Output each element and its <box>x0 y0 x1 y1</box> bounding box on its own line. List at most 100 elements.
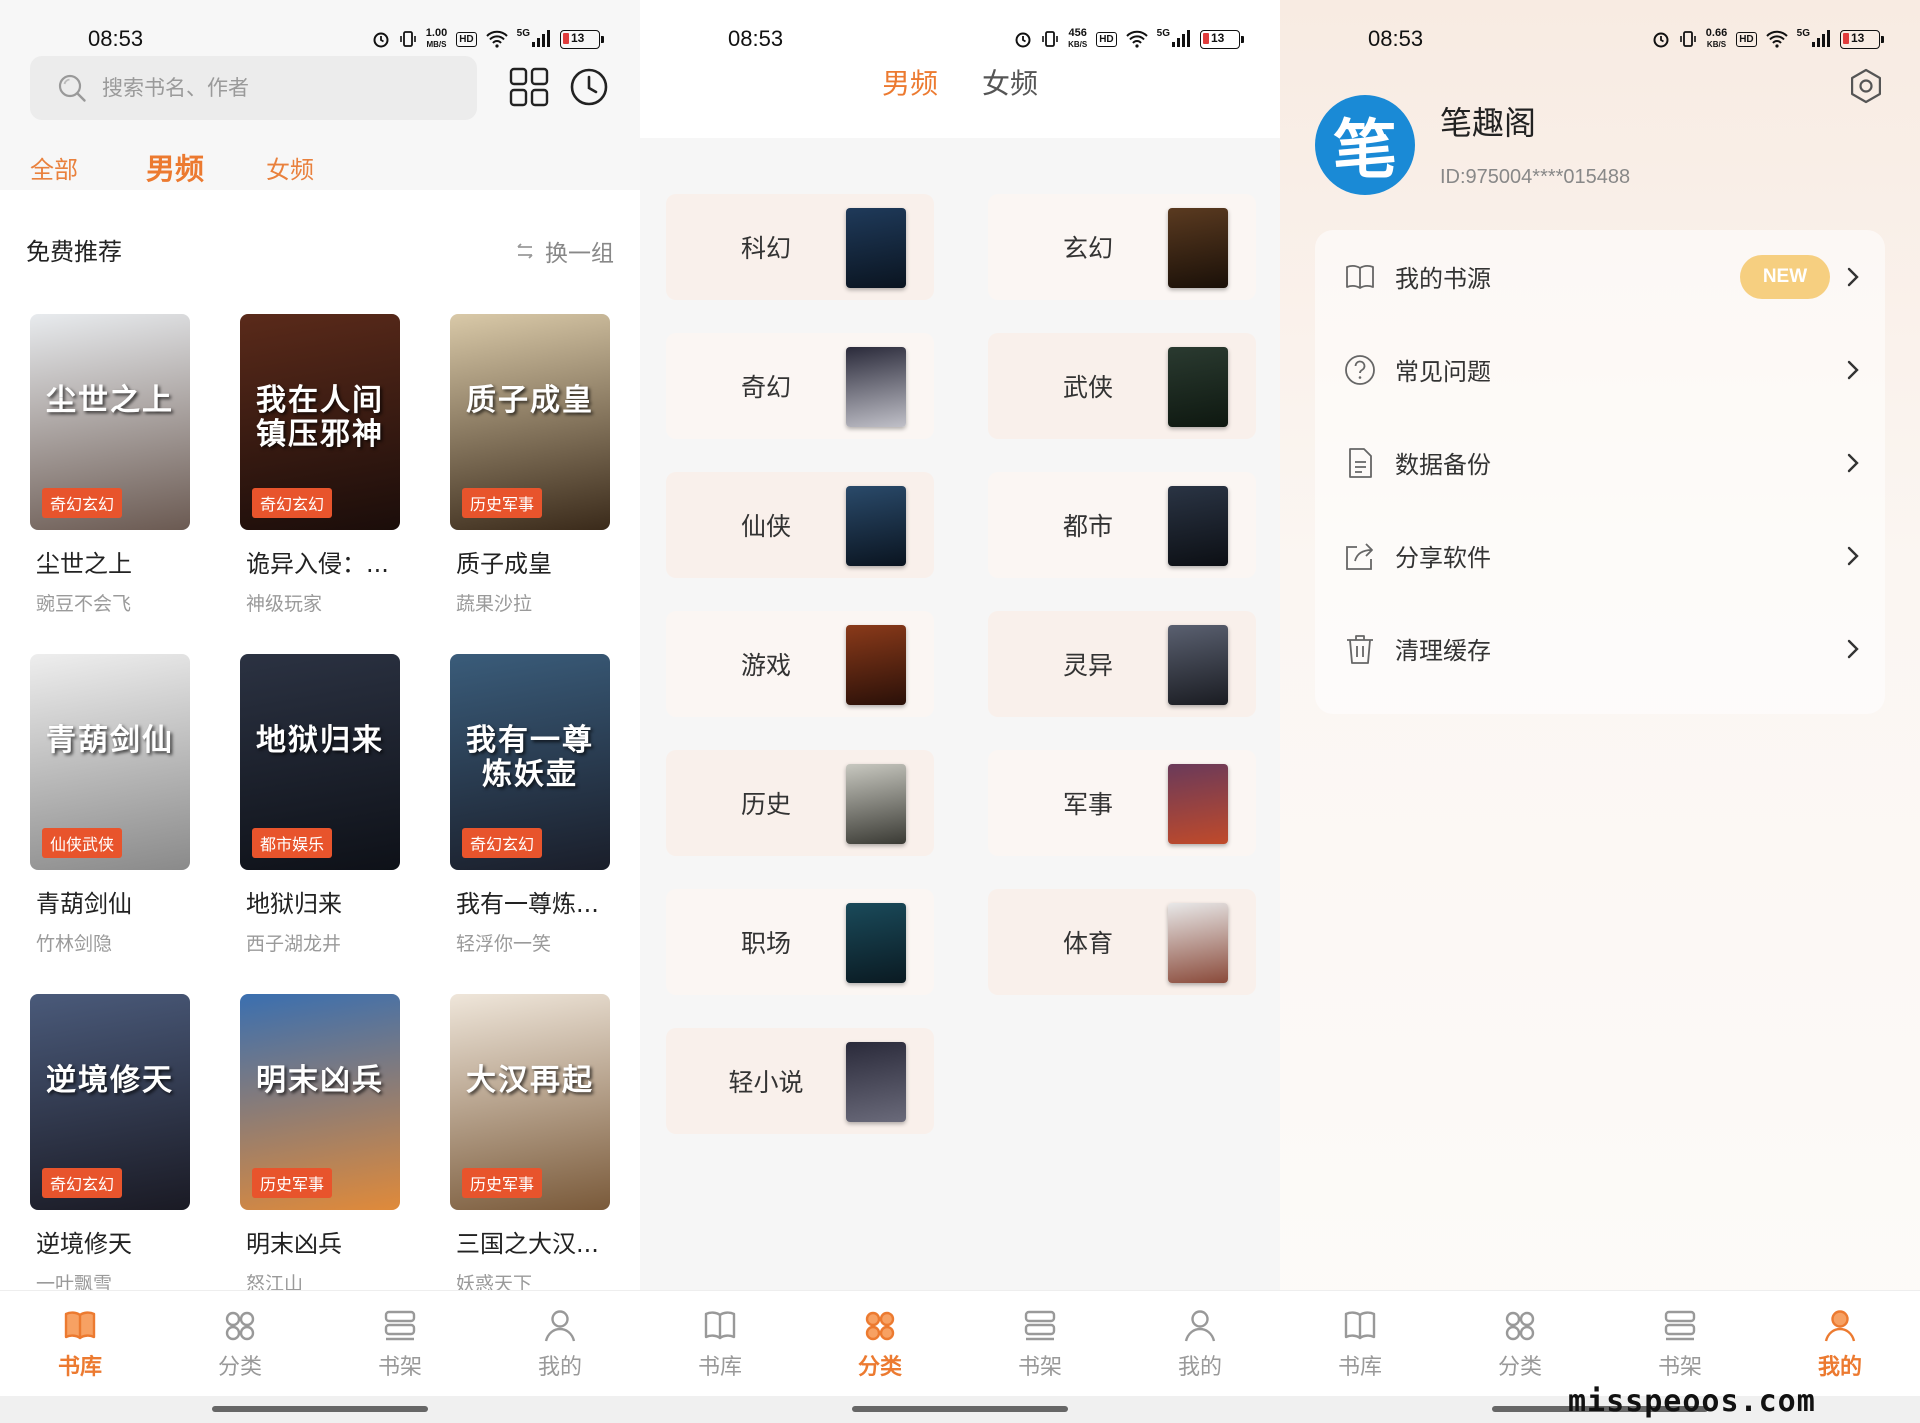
category-icon <box>1505 1311 1535 1341</box>
book-title: 质子成皇 <box>456 550 552 578</box>
menu-clear-cache[interactable]: 清理缓存 <box>1315 602 1885 695</box>
category-card[interactable]: 科幻 <box>666 194 934 300</box>
net-speed: 456 KB/S <box>1068 28 1087 50</box>
category-label: 历史 <box>740 790 791 819</box>
menu-card: 我的书源 NEW 常见问题 数据备份 分享软件 清理缓存 <box>1315 230 1885 714</box>
menu-faq[interactable]: 常见问题 <box>1315 323 1885 416</box>
book-card[interactable]: 青葫剑仙 仙侠武侠 青葫剑仙 竹林剑隐 <box>30 654 200 956</box>
book-card[interactable]: 尘世之上 奇幻玄幻 尘世之上 豌豆不会飞 <box>30 314 200 616</box>
category-label: 轻小说 <box>728 1068 804 1097</box>
category-card[interactable]: 军事 <box>988 750 1256 856</box>
category-cover <box>1168 208 1228 288</box>
nav-library-label: 书库 <box>57 1355 102 1380</box>
refresh-button[interactable]: 换一组 <box>515 234 614 268</box>
nav-library[interactable]: 书库 <box>0 1291 160 1396</box>
home-indicator[interactable] <box>0 1396 640 1423</box>
category-icon <box>865 1311 895 1341</box>
cover-title: 我在人间镇压邪神 <box>256 383 384 452</box>
nav-category[interactable]: 分类 <box>800 1291 960 1396</box>
avatar-char: 笔 <box>1333 113 1397 188</box>
new-badge: NEW <box>1740 254 1830 299</box>
book-card[interactable]: 我有一尊炼妖壶 奇幻玄幻 我有一尊炼... 轻浮你一笑 <box>450 654 620 956</box>
tab-all[interactable]: 全部 <box>30 150 78 185</box>
signal-label: 5G <box>1156 28 1170 39</box>
nav-mine[interactable]: 我的 <box>1120 1291 1280 1396</box>
category-card[interactable]: 灵异 <box>988 611 1256 717</box>
category-label: 武侠 <box>1062 373 1113 402</box>
battery-level: 13 <box>1211 30 1225 45</box>
nav-mine[interactable]: 我的 <box>1760 1291 1920 1396</box>
cover-title: 地狱归来 <box>256 723 384 758</box>
status-icons: 456 KB/S HD 5G 13 <box>1014 28 1244 50</box>
chevron-right-icon <box>1847 639 1859 658</box>
search-bar[interactable] <box>30 56 477 120</box>
net-speed-unit: MB/S <box>426 40 447 49</box>
category-card[interactable]: 游戏 <box>666 611 934 717</box>
user-icon <box>1824 1310 1856 1342</box>
book-cover: 质子成皇 历史军事 <box>450 314 610 530</box>
tab-female[interactable]: 女频 <box>982 62 1038 102</box>
net-speed-value: 456 <box>1068 27 1087 39</box>
book-author: 豌豆不会飞 <box>36 593 132 615</box>
nav-category[interactable]: 分类 <box>160 1291 320 1396</box>
hd-icon: HD <box>456 31 477 47</box>
category-card[interactable]: 武侠 <box>988 333 1256 439</box>
vibrate-icon <box>399 31 416 47</box>
category-cover <box>846 764 906 844</box>
net-speed-unit: KB/S <box>1706 40 1727 49</box>
nav-shelf[interactable]: 书架 <box>1600 1291 1760 1396</box>
category-card[interactable]: 奇幻 <box>666 333 934 439</box>
tab-male[interactable]: 男频 <box>146 146 204 188</box>
menu-book-source[interactable]: 我的书源 NEW <box>1315 230 1885 323</box>
battery-icon: 13 <box>560 29 604 49</box>
home-indicator[interactable] <box>640 1396 1280 1423</box>
menu-share[interactable]: 分享软件 <box>1315 509 1885 602</box>
grid-icon[interactable] <box>508 66 550 108</box>
history-icon[interactable] <box>568 66 610 108</box>
search-input[interactable] <box>102 76 432 100</box>
category-card[interactable]: 仙侠 <box>666 472 934 578</box>
hd-icon: HD <box>1736 31 1757 47</box>
book-title: 我有一尊炼... <box>456 890 599 918</box>
book-author: 西子湖龙井 <box>246 933 342 955</box>
nav-library[interactable]: 书库 <box>1280 1291 1440 1396</box>
category-card[interactable]: 体育 <box>988 889 1256 995</box>
category-cover <box>1168 764 1228 844</box>
book-cover: 大汉再起历史军事 <box>450 994 610 1210</box>
nav-category[interactable]: 分类 <box>1440 1291 1600 1396</box>
nav-shelf[interactable]: 书架 <box>320 1291 480 1396</box>
cover-title: 逆境修天 <box>46 1063 174 1098</box>
cover-title: 质子成皇 <box>466 383 594 418</box>
nav-category-label: 分类 <box>857 1355 902 1380</box>
book-card[interactable]: 大汉再起 历史军事 三国之大汉... 妖惑天下 <box>450 994 620 1296</box>
category-card[interactable]: 玄幻 <box>988 194 1256 300</box>
book-card[interactable]: 明末凶兵 历史军事 明末凶兵 怒江山 <box>240 994 410 1296</box>
category-cover <box>1168 903 1228 983</box>
category-card[interactable]: 历史 <box>666 750 934 856</box>
genre-tag: 历史军事 <box>462 1168 543 1198</box>
nav-library[interactable]: 书库 <box>640 1291 800 1396</box>
category-card[interactable]: 都市 <box>988 472 1256 578</box>
shelf-icon <box>1664 1310 1696 1341</box>
category-card[interactable]: 职场 <box>666 889 934 995</box>
cover-title: 大汉再起 <box>466 1063 594 1098</box>
category-card[interactable]: 轻小说 <box>666 1028 934 1134</box>
menu-backup[interactable]: 数据备份 <box>1315 416 1885 509</box>
category-cover <box>1168 486 1228 566</box>
book-card[interactable]: 地狱归来 都市娱乐 地狱归来 西子湖龙井 <box>240 654 410 956</box>
nav-mine[interactable]: 我的 <box>480 1291 640 1396</box>
book-title: 地狱归来 <box>246 890 342 918</box>
category-label: 游戏 <box>740 651 791 680</box>
category-cover <box>846 625 906 705</box>
nav-shelf[interactable]: 书架 <box>960 1291 1120 1396</box>
avatar[interactable]: 笔 <box>1315 95 1415 195</box>
book-card[interactable]: 质子成皇 历史军事 质子成皇 蔬果沙拉 <box>450 314 620 616</box>
book-card[interactable]: 我在人间镇压邪神 奇幻玄幻 诡异入侵：... 神级玩家 <box>240 314 410 616</box>
library-screen: 08:53 1.00MB/S HD 5G 13 全部 男频 女频 免费推荐 换一… <box>0 0 640 1423</box>
settings-icon[interactable] <box>1848 68 1884 104</box>
tab-male[interactable]: 男频 <box>882 62 938 102</box>
chevron-right-icon <box>1847 546 1859 565</box>
book-card[interactable]: 逆境修天 奇幻玄幻 逆境修天 一叶飘雪 <box>30 994 200 1296</box>
tab-female[interactable]: 女频 <box>266 150 314 185</box>
nav-shelf-label: 书架 <box>1017 1355 1062 1380</box>
